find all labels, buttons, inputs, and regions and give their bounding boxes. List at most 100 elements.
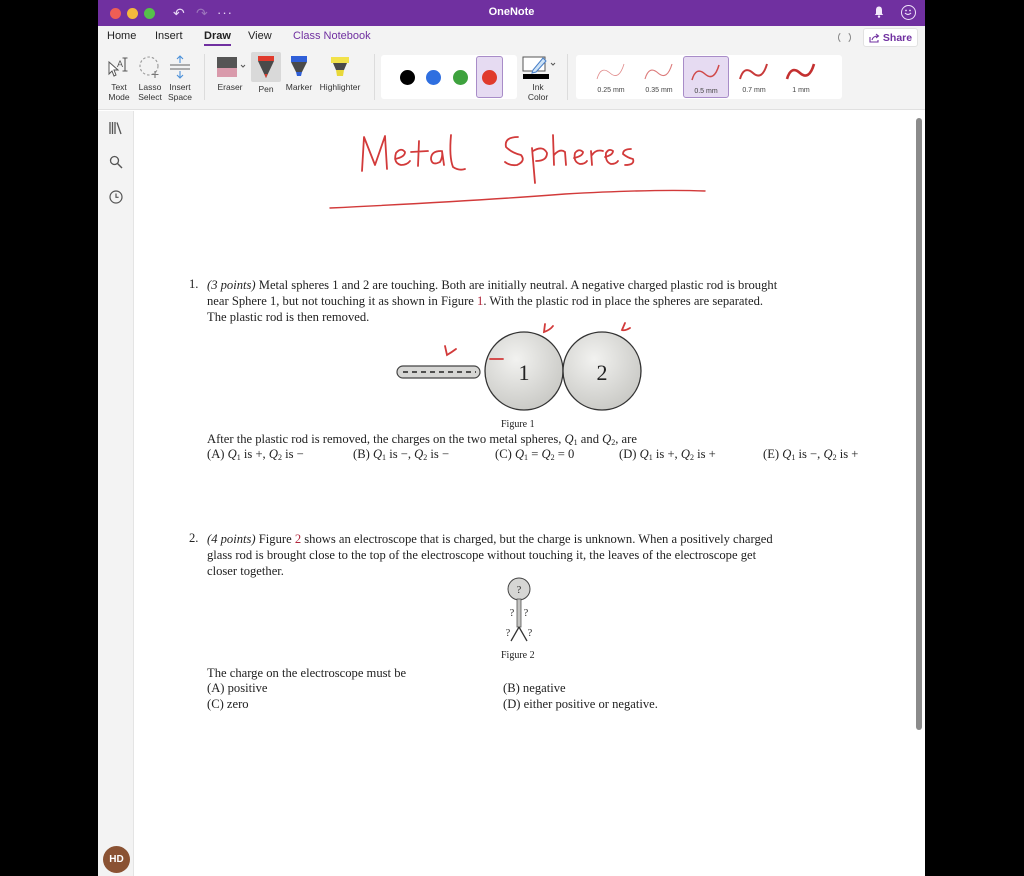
stroke-width-1[interactable]: 1 mm <box>778 56 824 98</box>
q1-option-e[interactable]: (E) Q1 is −, Q2 is + <box>763 447 858 462</box>
q1-option-d[interactable]: (D) Q1 is +, Q2 is + <box>619 447 716 462</box>
stroke-sample-icon <box>739 63 768 80</box>
color-swatch-black[interactable] <box>400 70 415 85</box>
highlighter-button[interactable]: Highlighter <box>316 54 364 92</box>
q2-option-a[interactable]: (A) positive <box>207 681 268 696</box>
ink-color-label-2: Color <box>527 92 549 102</box>
q2-line3: closer together. <box>207 564 284 578</box>
bell-icon[interactable] <box>874 6 884 18</box>
q1-line2-text-b: . With the plastic rod in place the sphe… <box>483 294 764 308</box>
left-sidebar: HD <box>98 111 134 876</box>
share-button[interactable]: Share <box>863 28 918 47</box>
text-mode-icon: A <box>108 57 128 77</box>
tab-view[interactable]: View <box>248 30 272 42</box>
share-label: Share <box>882 31 913 44</box>
stroke-width-0-35[interactable]: 0.35 mm <box>636 56 682 98</box>
charge-mark: ? <box>524 608 529 619</box>
vertical-scrollbar[interactable] <box>916 118 922 730</box>
q2-number: 2. <box>189 531 199 545</box>
color-swatch-green[interactable] <box>453 70 468 85</box>
tab-insert[interactable]: Insert <box>155 30 183 42</box>
q1-number: 1. <box>189 277 199 291</box>
sync-icon[interactable] <box>838 31 851 44</box>
lasso-icon <box>139 56 159 78</box>
stroke-width-picker: 0.25 mm 0.35 mm 0.5 mm 0.7 mm 1 mm <box>576 55 842 99</box>
marker-icon <box>291 56 307 76</box>
lasso-label: Lasso <box>138 82 162 92</box>
stroke-width-0-25[interactable]: 0.25 mm <box>588 56 634 98</box>
figure-2-caption: Figure 2 <box>501 650 535 661</box>
q1-option-b[interactable]: (B) Q1 is −, Q2 is − <box>353 447 449 462</box>
tab-home[interactable]: Home <box>107 30 136 42</box>
pen-icon <box>258 56 274 78</box>
stroke-width-0-7[interactable]: 0.7 mm <box>731 56 777 98</box>
notebooks-icon[interactable] <box>109 121 123 135</box>
smiley-icon[interactable] <box>901 5 916 20</box>
title-bar: ↶ ↷ ··· OneNote <box>98 0 925 26</box>
q1-line1-text: Metal spheres 1 and 2 are touching. Both… <box>255 278 778 292</box>
q2-option-d[interactable]: (D) either positive or negative. <box>503 697 658 712</box>
avatar[interactable]: HD <box>103 846 130 873</box>
q1-points: (3 points) <box>207 278 256 292</box>
eraser-label: Eraser <box>217 82 243 92</box>
svg-text:A: A <box>117 59 123 69</box>
pen-button[interactable] <box>251 52 281 82</box>
ink-color-icon <box>522 56 556 79</box>
q2-line1-text: Figure <box>255 532 295 546</box>
tab-class-notebook[interactable]: Class Notebook <box>293 30 371 42</box>
q1-line2: near Sphere 1, but not touching it as sh… <box>207 293 763 309</box>
charge-mark: ? <box>506 628 511 639</box>
q2-prompt: The charge on the electroscope must be <box>207 666 407 680</box>
q2-points: (4 points) <box>207 532 256 546</box>
color-swatch-red[interactable] <box>482 70 497 85</box>
insert-space-label: Insert <box>169 82 191 92</box>
highlighter-icon <box>331 57 349 76</box>
eraser-button[interactable]: Eraser <box>211 54 249 92</box>
q1-option-c[interactable]: (C) Q1 = Q2 = 0 <box>495 447 574 462</box>
insert-space-icon <box>170 55 190 79</box>
share-icon <box>869 33 880 43</box>
ribbon-separator <box>567 54 568 100</box>
app-title: OneNote <box>488 6 535 18</box>
q2-option-c[interactable]: (C) zero <box>207 697 249 712</box>
ribbon-separator <box>204 54 205 100</box>
stroke-width-label: 0.35 mm <box>645 87 673 94</box>
eraser-icon <box>217 57 246 77</box>
handwritten-title-ink[interactable]: Metal Spheres <box>325 121 715 216</box>
q2-option-b[interactable]: (B) negative <box>503 681 566 696</box>
q1-option-a[interactable]: (A) Q1 is +, Q2 is − <box>207 447 304 462</box>
stroke-sample-icon <box>785 63 816 80</box>
color-swatch-blue[interactable] <box>426 70 441 85</box>
insert-space-button[interactable]: Insert Space <box>166 54 194 102</box>
marker-label: Marker <box>285 82 313 92</box>
pen-label: Pen <box>258 84 274 94</box>
stroke-width-label: 0.7 mm <box>742 87 766 94</box>
ink-color-button[interactable]: Ink Color <box>518 54 558 102</box>
recent-icon[interactable] <box>109 190 123 204</box>
tab-draw[interactable]: Draw <box>204 30 231 46</box>
stroke-width-0-5[interactable]: 0.5 mm <box>683 56 729 98</box>
highlighter-label: Highlighter <box>319 82 361 92</box>
ribbon: Home Insert Draw View Class Notebook Sha… <box>98 26 925 110</box>
stroke-sample-icon <box>691 64 720 81</box>
page-canvas[interactable]: Metal Spheres <box>135 111 915 876</box>
ink-color-palette <box>381 55 517 99</box>
q2-line1-text-b: shows an electroscope that is charged, b… <box>301 532 773 546</box>
sphere-2-label: 2 <box>597 360 608 385</box>
insert-space-label-2: Space <box>167 92 193 102</box>
q1-line1: (3 points) Metal spheres 1 and 2 are tou… <box>207 277 777 293</box>
onenote-window: ↶ ↷ ··· OneNote Home Insert Draw View Cl… <box>98 0 925 876</box>
lasso-select-button[interactable]: Lasso Select <box>136 54 164 102</box>
stroke-sample-icon <box>644 63 673 80</box>
search-icon[interactable] <box>109 155 123 169</box>
text-mode-label: Text <box>111 82 127 92</box>
text-mode-button[interactable]: A Text Mode <box>106 54 132 102</box>
q1-line2-text: near Sphere 1, but not touching it as sh… <box>207 294 478 308</box>
text-mode-label-2: Mode <box>108 92 130 102</box>
ribbon-tabs: Home Insert Draw View Class Notebook Sha… <box>98 26 925 48</box>
lasso-label-2: Select <box>138 92 162 102</box>
charge-mark: ? <box>510 608 515 619</box>
marker-button[interactable]: Marker <box>284 54 314 92</box>
stroke-sample-icon <box>596 63 625 80</box>
q2-line2: glass rod is brought close to the top of… <box>207 548 757 562</box>
